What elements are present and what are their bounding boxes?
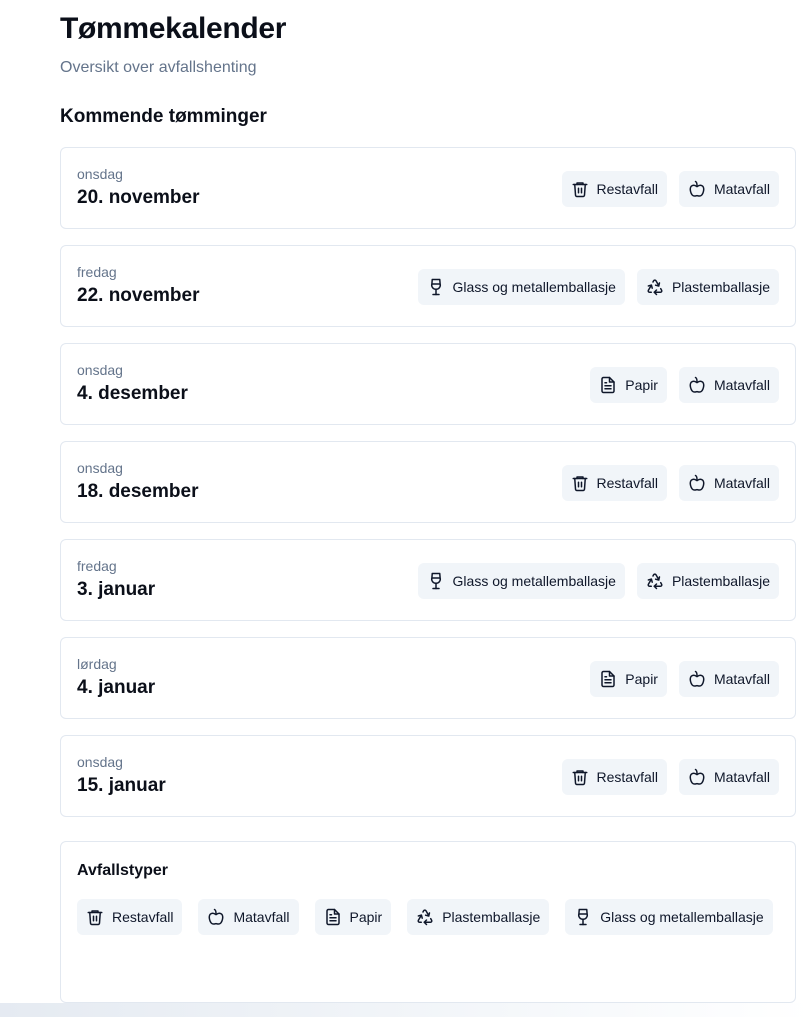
collection-date: 18. desember <box>77 481 199 502</box>
collection-date: 4. januar <box>77 677 156 698</box>
waste-type-chip-papir: Papir <box>590 367 667 403</box>
waste-type-label: Papir <box>349 909 383 925</box>
trash-icon <box>571 474 589 492</box>
collection-weekday: onsdag <box>77 362 123 378</box>
apple-icon <box>688 180 706 198</box>
collection-card: onsdag 15. januar Restavfall Matavfall <box>60 735 796 817</box>
collection-card: onsdag 20. november Restavfall Matavfall <box>60 147 796 229</box>
collection-date: 3. januar <box>77 579 156 600</box>
collection-date: 4. desember <box>77 383 188 404</box>
apple-icon <box>207 908 225 926</box>
collection-card: onsdag 18. desember Restavfall Matavfall <box>60 441 796 523</box>
waste-type-label: Plastemballasje <box>671 573 770 589</box>
apple-icon <box>688 376 706 394</box>
document-icon <box>599 376 617 394</box>
waste-type-chip-plastemballasje: Plastemballasje <box>636 269 779 305</box>
waste-type-label: Matavfall <box>233 909 290 925</box>
collection-types: Papir Matavfall <box>590 661 779 697</box>
waste-type-chip-matavfall: Matavfall <box>198 899 299 935</box>
waste-type-label: Papir <box>625 671 658 687</box>
recycle-icon <box>416 908 434 926</box>
waste-type-chip-papir: Papir <box>590 661 667 697</box>
waste-type-label: Papir <box>625 377 658 393</box>
collection-weekday: fredag <box>77 558 117 574</box>
waste-type-chip-glass-og-metallemballasje: Glass og metallemballasje <box>417 563 625 599</box>
waste-type-chip-restavfall: Restavfall <box>561 465 667 501</box>
waste-types-legend: Avfallstyper Restavfall Matavfall Papir Pla… <box>60 841 796 1003</box>
collection-types: Glass og metallemballasje Plastemballasje <box>417 269 779 305</box>
bottom-shadow <box>0 1003 812 1017</box>
waste-type-label: Matavfall <box>713 671 770 687</box>
waste-type-label: Restavfall <box>112 909 174 925</box>
collection-date: 22. november <box>77 285 200 306</box>
collection-card: lørdag 4. januar Papir Matavfall <box>60 637 796 719</box>
waste-type-chip-plastemballasje: Plastemballasje <box>636 563 779 599</box>
waste-type-chip-papir: Papir <box>314 899 392 935</box>
waste-type-label: Glass og metallemballasje <box>600 909 764 925</box>
waste-type-label: Restavfall <box>596 181 658 197</box>
waste-type-chip-restavfall: Restavfall <box>561 171 667 207</box>
waste-type-label: Matavfall <box>713 769 770 785</box>
page: Tømmekalender Oversikt over avfallshenti… <box>0 0 812 1017</box>
legend-heading: Avfallstyper <box>77 862 168 879</box>
waste-type-label: Glass og metallemballasje <box>452 573 616 589</box>
collection-card: fredag 3. januar Glass og metallemballasje… <box>60 539 796 621</box>
collection-date: 15. januar <box>77 775 166 796</box>
document-icon <box>599 670 617 688</box>
waste-type-label: Matavfall <box>713 181 770 197</box>
apple-icon <box>688 474 706 492</box>
waste-type-label: Plastemballasje <box>442 909 541 925</box>
collection-weekday: fredag <box>77 264 117 280</box>
waste-type-label: Glass og metallemballasje <box>452 279 616 295</box>
collection-card: onsdag 4. desember Papir Matavfall <box>60 343 796 425</box>
apple-icon <box>688 768 706 786</box>
collection-weekday: onsdag <box>77 754 123 770</box>
collection-types: Restavfall Matavfall <box>561 759 779 795</box>
waste-type-chip-glass-og-metallemballasje: Glass og metallemballasje <box>565 899 773 935</box>
legend-chips: Restavfall Matavfall Papir Plastemballasje G… <box>77 899 777 935</box>
waste-type-label: Matavfall <box>713 377 770 393</box>
apple-icon <box>688 670 706 688</box>
collection-card: fredag 22. november Glass og metallemballa… <box>60 245 796 327</box>
collection-date: 20. november <box>77 187 200 208</box>
waste-type-chip-plastemballasje: Plastemballasje <box>407 899 550 935</box>
collection-weekday: onsdag <box>77 460 123 476</box>
waste-type-chip-restavfall: Restavfall <box>561 759 667 795</box>
waste-type-label: Plastemballasje <box>671 279 770 295</box>
waste-type-label: Matavfall <box>713 475 770 491</box>
waste-type-chip-restavfall: Restavfall <box>77 899 183 935</box>
waste-type-chip-matavfall: Matavfall <box>678 367 779 403</box>
upcoming-list: onsdag 20. november Restavfall Matavfall fre… <box>60 147 796 833</box>
trash-icon <box>571 180 589 198</box>
waste-type-label: Restavfall <box>596 475 658 491</box>
collection-types: Papir Matavfall <box>590 367 779 403</box>
collection-weekday: lørdag <box>77 656 117 672</box>
wine-glass-icon <box>427 572 445 590</box>
collection-types: Restavfall Matavfall <box>561 171 779 207</box>
wine-glass-icon <box>427 278 445 296</box>
document-icon <box>324 908 342 926</box>
waste-type-chip-glass-og-metallemballasje: Glass og metallemballasje <box>417 269 625 305</box>
waste-type-chip-matavfall: Matavfall <box>678 465 779 501</box>
waste-type-chip-matavfall: Matavfall <box>678 759 779 795</box>
waste-type-chip-matavfall: Matavfall <box>678 171 779 207</box>
page-title: Tømmekalender <box>60 12 287 45</box>
page-subtitle: Oversikt over avfallshenting <box>60 59 257 76</box>
waste-type-label: Restavfall <box>596 769 658 785</box>
collection-weekday: onsdag <box>77 166 123 182</box>
trash-icon <box>86 908 104 926</box>
recycle-icon <box>646 278 664 296</box>
upcoming-heading: Kommende tømminger <box>60 106 267 127</box>
wine-glass-icon <box>574 908 592 926</box>
collection-types: Glass og metallemballasje Plastemballasje <box>417 563 779 599</box>
trash-icon <box>571 768 589 786</box>
recycle-icon <box>646 572 664 590</box>
waste-type-chip-matavfall: Matavfall <box>678 661 779 697</box>
collection-types: Restavfall Matavfall <box>561 465 779 501</box>
